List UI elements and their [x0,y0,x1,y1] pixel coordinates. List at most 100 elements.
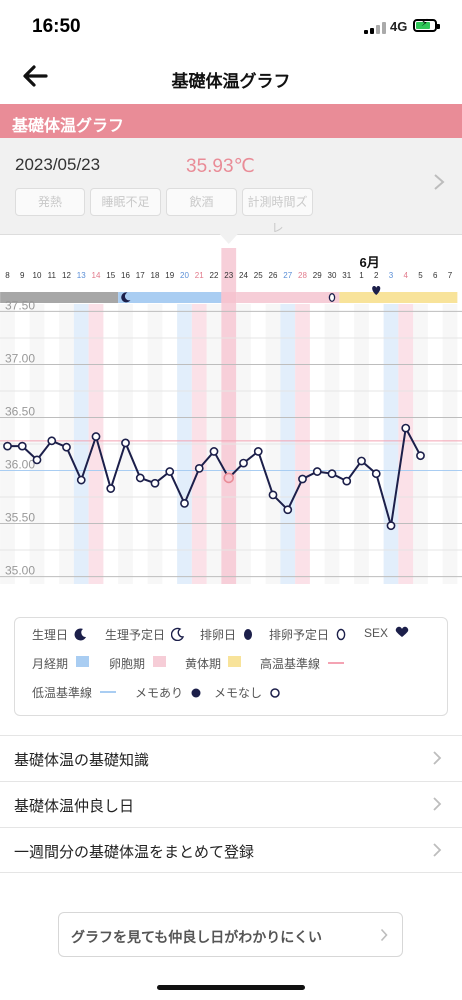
day-tick-label: 8 [5,271,10,280]
legend-high-baseline: 高温基準線 [260,655,320,672]
menu-item-label: 基礎体温の基礎知識 [14,752,150,769]
menu-item-label: 一週間分の基礎体温をまとめて登録 [14,844,255,861]
temperature-point [223,472,235,484]
legend-memo-yes: メモあり [135,684,202,701]
temperature-point [312,467,322,476]
temperature-point [268,490,278,500]
tag-fever[interactable]: 発熱 [15,188,85,216]
menu-item-label: 基礎体温仲良し日 [14,798,135,815]
chevron-right-icon[interactable] [432,172,446,192]
heart-icon [396,626,409,637]
legend-low-baseline-label: 低温基準線 [32,686,93,700]
help-button-label: グラフを見ても仲良し日がわかりにくい [71,929,323,945]
page-title: 基礎体温グラフ [171,72,291,91]
temperature-point [150,478,160,488]
legend-menstrual-swatch [76,656,89,667]
selected-day-column [221,248,237,584]
day-tick-label: 9 [20,271,25,280]
legend-menstrual-label: 月経期 [32,657,69,671]
record-temperature: 35.93℃ [186,156,255,177]
menu-item-basics[interactable]: 基礎体温の基礎知識 [0,735,462,781]
network-type: 4G [390,19,408,34]
home-indicator [157,985,305,990]
temperature-point [194,463,204,473]
day-tick-label: 16 [121,271,130,280]
day-tick-label: 3 [389,271,394,280]
legend-memo-no: メモなし [214,684,281,701]
day-tick-label: 18 [151,271,160,280]
temperature-point [32,455,42,465]
phase-bar [339,292,458,303]
day-tick-label: 2 [374,271,379,280]
day-tick-label: 19 [165,271,174,280]
phase-bar [236,292,340,303]
menu-item-bulk-register[interactable]: 一週間分の基礎体温をまとめて登録 [0,827,462,873]
legend-ovulation-expected: 排卵予定日 [269,626,346,643]
day-tick-label: 23 [224,271,233,280]
day-tick-label: 21 [195,271,204,280]
legend-period: 生理日 [32,626,88,643]
month-label: 6月 [360,255,380,270]
tag-alcohol[interactable]: 飲酒 [166,188,237,216]
temperature-chart[interactable]: 37.50 37.00 36.50 36.00 35.50 35.00 8 9 10 11 12 13… [0,234,462,590]
signal-icon [364,22,386,34]
legend-sex: SEX [364,626,409,640]
temperature-point [3,441,12,451]
temperature-point [253,447,263,456]
legend-period-expected: 生理予定日 [105,626,185,643]
temperature-point [47,436,57,446]
day-tick-label: 28 [298,271,307,280]
temperature-point [386,521,396,531]
day-tick-label: 4 [404,271,409,280]
menu-item-intimacy-days[interactable]: 基礎体温仲良し日 [0,781,462,827]
legend-ovulatory: 卵胞期 [109,655,145,672]
day-tick-label: 29 [313,271,322,280]
legend-luteal-label: 黄体期 [185,657,222,671]
record-date: 2023/05/23 [15,155,101,174]
temperature-point [342,476,352,486]
day-tick-label: 13 [77,271,86,280]
temperature-point [17,441,27,451]
day-tick-label: 14 [92,271,101,280]
y-tick-label: 37.00 [5,351,35,365]
chart-legend: 生理日 生理予定日 排卵日 排卵予定日 SEX 月経期 卵胞期 黄体期 高温基準… [14,617,448,716]
day-tick-label: 15 [106,271,115,280]
legend-luteal-swatch [228,656,241,667]
temperature-point [180,498,189,508]
y-tick-label: 36.50 [5,404,35,418]
tag-time-shift[interactable]: 計測時間ズレ [242,188,313,235]
temperature-point [135,473,145,483]
empty-dot-icon [270,688,281,698]
legend-high-baseline-line [328,662,344,664]
moon-outline-icon [171,627,185,642]
legend-ovulation-expected-label: 排卵予定日 [269,628,330,642]
day-tick-label: 27 [283,271,292,280]
day-tick-label: 6 [433,271,438,280]
legend-ovulatory-label: 卵胞期 [109,657,146,671]
egg-outline-icon [337,628,346,641]
day-tick-label: 20 [180,271,189,280]
day-tick-label: 17 [136,271,145,280]
phase-bar [118,292,222,303]
day-tick-label: 31 [342,271,351,280]
temperature-point [209,447,219,456]
temperature-point [76,475,86,485]
temperature-chart-svg: 37.5037.0036.5036.0035.5035.008 9 10 11 12 13… [0,234,462,584]
egg-icon [244,629,253,640]
help-button[interactable]: グラフを見ても仲良し日がわかりにくい [58,912,403,957]
day-tick-label: 30 [328,271,337,280]
temperature-point [371,469,381,479]
y-tick-label: 35.00 [5,564,35,578]
filled-dot-icon [191,688,201,698]
legend-menstrual: 月経期 [32,655,68,672]
temperature-point [106,484,116,493]
legend-low-baseline: 低温基準線 [32,684,92,701]
temperature-point [165,467,175,476]
temperature-point [91,432,101,441]
legend-memo-yes-label: メモあり [135,686,184,700]
y-tick-label: 35.50 [5,511,35,525]
tag-sleep-deprived[interactable]: 睡眠不足 [90,188,161,216]
chevron-right-icon [380,928,388,942]
temperature-point [298,474,307,484]
ovulation-expected-marker [328,293,336,302]
